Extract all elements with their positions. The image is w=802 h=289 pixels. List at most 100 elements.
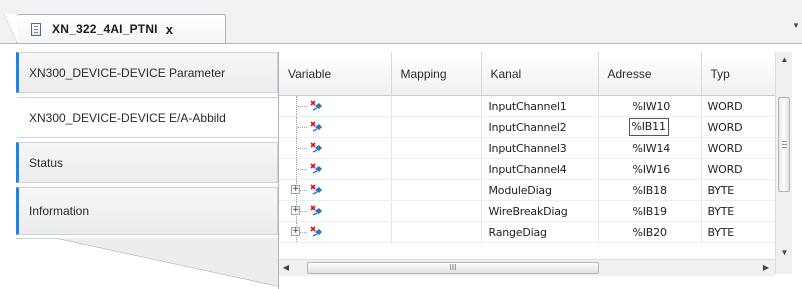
channel-name: RangeDiag	[488, 225, 548, 239]
tab-list-dropdown-icon[interactable]: ▾	[792, 20, 800, 30]
table-row[interactable]: InputChannel1 %IW10 WORD	[279, 95, 776, 117]
cell-kanal: InputChannel1	[481, 95, 599, 117]
editor-tab[interactable]: XN_322_4AI_PTNI x	[4, 14, 226, 43]
table-row[interactable]: + WireBreakDiag %IB19 BYTE	[279, 200, 776, 222]
expand-icon[interactable]: +	[291, 206, 300, 215]
cell-kanal: InputChannel3	[481, 137, 599, 159]
cell-mapping[interactable]	[391, 137, 482, 159]
cell-adresse[interactable]: %IB11	[598, 116, 702, 138]
column-header-variable[interactable]: Variable	[279, 52, 392, 96]
grip-line	[782, 141, 787, 142]
cell-mapping[interactable]	[391, 116, 482, 138]
vertical-scrollbar[interactable]: ▲ ▼	[775, 52, 792, 274]
expand-icon[interactable]: +	[291, 227, 300, 236]
tree-connector	[297, 148, 307, 150]
nav-item-io-mapping[interactable]: XN300_DEVICE-DEVICE E/A-Abbild	[16, 97, 278, 138]
column-header-typ[interactable]: Typ	[701, 52, 776, 96]
cell-typ: WORD	[701, 116, 776, 138]
address-edit-field[interactable]: %IB11	[628, 118, 669, 136]
type-value: WORD	[707, 162, 743, 176]
device-editor-navigation: XN300_DEVICE-DEVICE Parameter XN300_DEVI…	[16, 52, 278, 287]
type-value: WORD	[707, 120, 743, 134]
nav-item-label: Information	[29, 204, 90, 218]
editor-tab-title: XN_322_4AI_PTNI	[52, 22, 158, 36]
cell-mapping[interactable]	[391, 158, 482, 180]
cell-adresse[interactable]: %IW14	[598, 137, 702, 159]
column-header-kanal[interactable]: Kanal	[481, 52, 599, 96]
scroll-down-icon[interactable]: ▼	[776, 248, 793, 257]
tab-close-icon[interactable]: x	[166, 22, 173, 37]
io-channel-icon	[309, 183, 323, 197]
cell-variable[interactable]	[279, 137, 392, 159]
cell-kanal: InputChannel2	[481, 116, 599, 138]
scroll-up-icon[interactable]: ▲	[776, 55, 793, 64]
scroll-left-icon[interactable]: ◀	[279, 263, 293, 272]
type-value: WORD	[707, 99, 743, 113]
nav-panel-edge	[16, 238, 278, 287]
type-value: BYTE	[707, 204, 735, 218]
address-value: %IW14	[632, 141, 671, 155]
cell-variable[interactable]: +	[279, 200, 392, 222]
table-row[interactable]: + RangeDiag %IB20 BYTE	[279, 221, 776, 243]
cell-typ: WORD	[701, 137, 776, 159]
address-value: %IB20	[632, 225, 667, 239]
type-value: BYTE	[707, 225, 735, 239]
cell-typ: BYTE	[701, 200, 776, 222]
cell-kanal: ModuleDiag	[481, 179, 599, 201]
cell-variable[interactable]	[279, 116, 392, 138]
cell-variable[interactable]	[279, 158, 392, 180]
cell-typ: BYTE	[701, 179, 776, 201]
address-value: %IW16	[632, 162, 671, 176]
cell-variable[interactable]: +	[279, 179, 392, 201]
tree-connector	[297, 106, 307, 108]
io-channel-icon	[309, 162, 323, 176]
type-value: BYTE	[707, 183, 735, 197]
channel-name: InputChannel2	[488, 120, 567, 134]
table-row[interactable]: + ModuleDiag %IB18 BYTE	[279, 179, 776, 201]
table-row[interactable]: InputChannel4 %IW16 WORD	[279, 158, 776, 180]
table-row[interactable]: InputChannel2 %IB11 WORD	[279, 116, 776, 138]
column-header-mapping[interactable]: Mapping	[391, 52, 482, 96]
horizontal-scrollbar[interactable]: ◀ III ▶	[279, 259, 775, 276]
tree-connector	[297, 127, 307, 129]
nav-item-information[interactable]: Information	[16, 187, 278, 235]
nav-item-parameter[interactable]: XN300_DEVICE-DEVICE Parameter	[16, 52, 278, 93]
table-header-row: Variable Mapping Kanal Adresse Typ	[279, 52, 776, 96]
io-mapping-table: Variable Mapping Kanal Adresse Typ Input…	[279, 52, 776, 243]
cell-mapping[interactable]	[391, 95, 482, 117]
address-value: %IW10	[632, 99, 671, 113]
cell-typ: BYTE	[701, 221, 776, 243]
expand-icon[interactable]: +	[291, 185, 300, 194]
nav-item-label: XN300_DEVICE-DEVICE Parameter	[29, 65, 226, 80]
io-channel-icon	[309, 120, 323, 134]
cell-mapping[interactable]	[391, 179, 482, 201]
cell-mapping[interactable]	[391, 200, 482, 222]
cell-mapping[interactable]	[391, 221, 482, 243]
cell-adresse[interactable]: %IB20	[598, 221, 702, 243]
column-header-adresse[interactable]: Adresse	[598, 52, 702, 96]
cell-variable[interactable]	[279, 95, 392, 117]
nav-item-status[interactable]: Status	[16, 142, 278, 183]
scroll-right-icon[interactable]: ▶	[759, 263, 773, 272]
table-row[interactable]: InputChannel3 %IW14 WORD	[279, 137, 776, 159]
channel-name: InputChannel3	[488, 141, 567, 155]
grip-line	[782, 144, 787, 145]
cell-kanal: RangeDiag	[481, 221, 599, 243]
cell-typ: WORD	[701, 95, 776, 117]
channel-name: InputChannel1	[488, 99, 567, 113]
document-icon	[31, 22, 41, 36]
nav-item-label: Status	[29, 155, 64, 170]
vertical-scroll-thumb[interactable]	[778, 97, 790, 192]
tree-connector	[297, 169, 307, 171]
horizontal-scroll-grip: III	[449, 263, 457, 272]
channel-name: ModuleDiag	[488, 183, 552, 197]
cell-adresse[interactable]: %IW10	[598, 95, 702, 117]
cell-adresse[interactable]: %IB18	[598, 179, 702, 201]
cell-adresse[interactable]: %IW16	[598, 158, 702, 180]
horizontal-scroll-thumb[interactable]: III	[307, 262, 599, 274]
cell-variable[interactable]: +	[279, 221, 392, 243]
grip-line	[782, 147, 787, 148]
io-channel-icon	[309, 204, 323, 218]
cell-adresse[interactable]: %IB19	[598, 200, 702, 222]
io-channel-icon	[309, 99, 323, 113]
